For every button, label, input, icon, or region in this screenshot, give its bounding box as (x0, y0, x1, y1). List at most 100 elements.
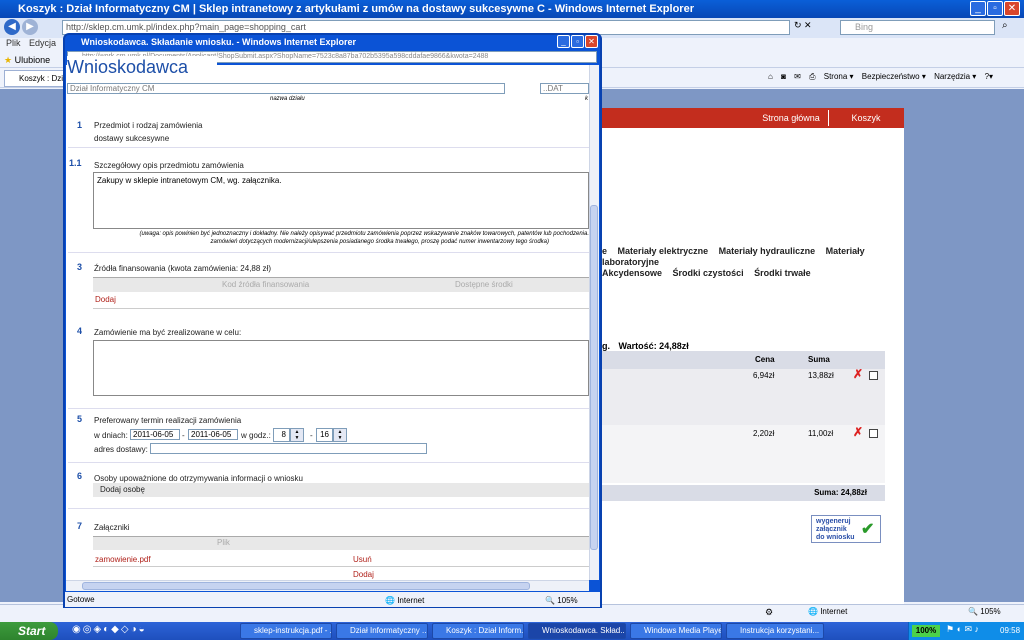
date-to-input[interactable]: 2011-06-05 (188, 429, 238, 440)
description-textarea[interactable]: Zakupy w sklepie intranetowym CM, wg. za… (93, 172, 589, 229)
print-icon[interactable]: ⎙ (809, 72, 815, 81)
tab-koszyk[interactable]: Koszyk : Dział In (4, 70, 64, 87)
popup-close-button[interactable]: ✕ (585, 35, 598, 48)
page-title: Wnioskodawca (67, 56, 217, 74)
date-label: k (585, 96, 588, 102)
main-zoom[interactable]: 🔍 105% (968, 607, 1001, 616)
add-person-link[interactable]: Dodaj osobę (100, 485, 145, 494)
popup-title: Wnioskodawca. Składanie wniosku. - Windo… (81, 37, 356, 47)
popup-hscroll-thumb[interactable] (82, 582, 530, 590)
hour-to-stepper[interactable]: ▲ ▼ (333, 428, 347, 442)
popup-zoom-label: 105% (557, 596, 578, 605)
category-hydraulic[interactable]: Materiały hydrauliczne (719, 246, 816, 256)
menu-item-edit[interactable]: Edycja (29, 38, 56, 48)
delete-icon[interactable]: ✗ (853, 367, 863, 381)
delivery-address-input[interactable] (150, 443, 427, 454)
start-button[interactable]: Start (0, 622, 58, 640)
hour-separator: - (310, 431, 313, 440)
attachment-file-link[interactable]: zamowienie.pdf (95, 555, 151, 564)
section-number: 6 (77, 471, 83, 481)
minimize-button[interactable]: _ (970, 1, 986, 16)
search-icon[interactable]: ⌕ (1002, 20, 1008, 31)
command-page[interactable]: Strona ▾ (824, 72, 854, 81)
persons-row (93, 483, 589, 497)
taskbar-item-wnioskodawca[interactable]: Wnioskodawca. Skład... (528, 623, 626, 639)
section-title: Przedmiot i rodzaj zamówienia (94, 121, 203, 130)
section-title: Szczegółowy opis przedmiotu zamówienia (94, 161, 244, 170)
taskbar-item-pdf[interactable]: sklep-instrukcja.pdf - ... (240, 623, 332, 639)
row-price: 6,94zł (753, 371, 775, 380)
hour-to-input[interactable]: 16 (316, 428, 333, 442)
row-checkbox[interactable] (869, 429, 878, 438)
command-safety[interactable]: Bezpieczeństwo ▾ (862, 72, 926, 81)
command-help[interactable]: ?▾ (985, 72, 993, 81)
add-funding-link[interactable]: Dodaj (95, 295, 116, 304)
taskbar-item-instrukcja[interactable]: Instrukcja korzystani... (726, 623, 824, 639)
divider (68, 508, 589, 509)
add-attachment-link[interactable]: Dodaj (353, 570, 374, 579)
cart-table-header (602, 351, 885, 369)
taskbar-item-dzial[interactable]: Dział Informatyczny ... (336, 623, 428, 639)
popup-zone-label: Internet (397, 596, 425, 605)
section-number: 4 (77, 326, 83, 336)
popup-scroll-thumb[interactable] (590, 205, 598, 550)
row-price: 2,20zł (753, 429, 775, 438)
menu-item-file[interactable]: Plik (6, 38, 21, 48)
section-title: Załączniki (94, 523, 130, 532)
remove-attachment-link[interactable]: Usuń (353, 555, 372, 564)
department-field[interactable]: Dział Informatyczny CM (67, 83, 505, 94)
refresh-icon[interactable]: ↻ ✕ (794, 20, 812, 31)
popup-maximize-button[interactable]: ▫ (571, 35, 584, 48)
row-sum: 13,88zł (808, 371, 834, 380)
main-zone-label: Internet (820, 607, 848, 616)
row-checkbox[interactable] (869, 371, 878, 380)
feeds-icon[interactable]: ◙ (781, 72, 786, 81)
date-from-input[interactable]: 2011-06-05 (130, 429, 180, 440)
popup-status-text: Gotowe (67, 595, 95, 604)
description-note: (uwaga: opis powinien być jednoznaczny i… (108, 230, 589, 246)
command-bar: ⌂ ◙ ✉ ⎙ Strona ▾ Bezpieczeństwo ▾ Narzęd… (762, 70, 1024, 84)
section-title: Zamówienie ma być zrealizowane w celu: (94, 328, 242, 337)
search-input[interactable]: Bing (840, 20, 995, 35)
category-print[interactable]: Akcydensowe (602, 268, 662, 278)
hour-from-stepper[interactable]: ▲ ▼ (290, 428, 304, 442)
taskbar-item-koszyk[interactable]: Koszyk : Dział Inform... (432, 623, 524, 639)
order-type-value: dostawy sukcesywne (94, 134, 170, 143)
section-title: Osoby upoważnione do otrzymywania inform… (94, 474, 303, 483)
nav-home-link[interactable]: Strona główna (755, 108, 827, 128)
back-icon[interactable]: ◀ (4, 19, 20, 35)
tray-zoom-badge[interactable]: 100% (912, 625, 940, 637)
tray-icons[interactable]: ⚑ ◐ ✉ ♪ (946, 624, 979, 635)
col-file: Plik (217, 538, 230, 547)
command-tools[interactable]: Narzędzia ▾ (934, 72, 976, 81)
col-funding-code: Kod źródła finansowania (222, 280, 310, 289)
col-available-funds: Dostępne środki (455, 280, 513, 289)
category-electric[interactable]: Materiały elektryczne (618, 246, 709, 256)
section-number: 5 (77, 414, 83, 424)
popup-minimize-button[interactable]: _ (557, 35, 570, 48)
protected-mode-icon: ⚙ (765, 607, 774, 617)
department-label: nazwa działu (270, 96, 305, 102)
maximize-button[interactable]: ▫ (987, 1, 1003, 16)
section-number: 1.1 (69, 158, 82, 168)
main-status-zone: 🌐 Internet (808, 607, 848, 616)
category-fixed-assets[interactable]: Środki trwałe (754, 268, 811, 278)
date-field[interactable]: ..DAT (540, 83, 589, 94)
delete-icon[interactable]: ✗ (853, 425, 863, 439)
days-label: w dniach: (94, 431, 128, 440)
mail-icon[interactable]: ✉ (794, 72, 801, 81)
forward-icon[interactable]: ▶ (22, 19, 38, 35)
close-button[interactable]: ✕ (1004, 1, 1020, 16)
favorites-button[interactable]: Ulubione (15, 55, 51, 65)
nav-divider (828, 110, 829, 126)
purpose-textarea[interactable] (93, 340, 589, 396)
divider (68, 147, 589, 148)
taskbar-item-media-player[interactable]: Windows Media Player (630, 623, 722, 639)
nav-cart-link[interactable]: Koszyk (830, 108, 902, 128)
hour-from-input[interactable]: 8 (273, 428, 290, 442)
popup-zoom[interactable]: 🔍 105% (545, 596, 578, 605)
section-number: 3 (77, 262, 83, 272)
home-icon[interactable]: ⌂ (768, 72, 773, 81)
quick-launch-icons[interactable]: ◉◎◈◐◆◇◑◒ (72, 624, 147, 635)
category-cleaning[interactable]: Środki czystości (673, 268, 744, 278)
